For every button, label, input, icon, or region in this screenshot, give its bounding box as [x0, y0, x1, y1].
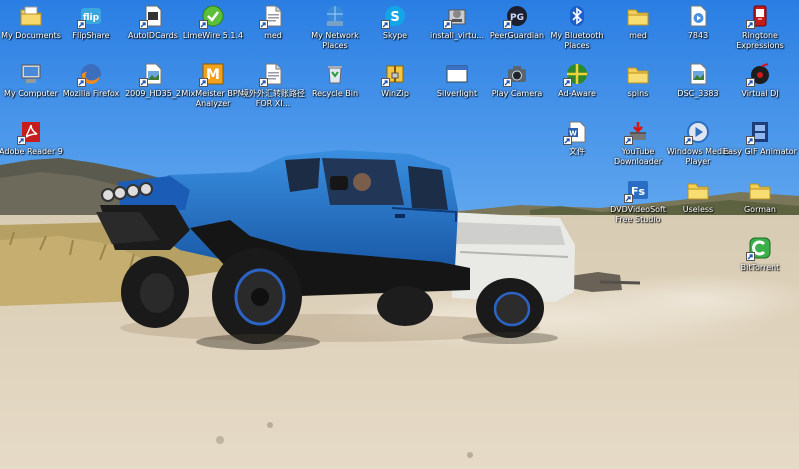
recycle-bin-icon	[323, 62, 347, 86]
folder-icon	[626, 62, 650, 86]
desktop-icon-adobe-reader[interactable]: Adobe Reader 9	[0, 118, 63, 174]
folder-icon	[626, 4, 650, 28]
shortcut-arrow-icon	[684, 136, 693, 145]
shortcut-arrow-icon	[746, 78, 755, 87]
desktop-icon-file-7843[interactable]: 7843	[667, 2, 729, 58]
desktop-icon-youtube-downloader[interactable]: YouTube Downloader	[607, 118, 669, 174]
desktop-icon-foreign-transfer-file[interactable]: 境外外汇转账路径FOR XI...	[241, 60, 305, 116]
desktop-icon-label: Gorman	[743, 205, 776, 214]
desktop-icon-limewire[interactable]: LimeWire 5.1.4	[182, 2, 244, 58]
shortcut-arrow-icon	[503, 20, 512, 29]
desktop-icon-play-camera[interactable]: Play Camera	[486, 60, 548, 116]
shortcut-arrow-icon	[624, 136, 633, 145]
folder-icon	[686, 178, 710, 202]
desktop-icon-chinese-document[interactable]: W 文件	[546, 118, 608, 174]
shortcut-arrow-icon	[503, 78, 512, 87]
window-icon	[445, 62, 469, 86]
desktop-icon-virtual-dj[interactable]: Virtual DJ	[729, 60, 791, 116]
desktop-icon-recycle-bin[interactable]: Recycle Bin	[304, 60, 366, 116]
shortcut-arrow-icon	[17, 136, 26, 145]
shortcut-arrow-icon	[443, 20, 452, 29]
desktop-icon-label: Adobe Reader 9	[0, 147, 63, 156]
desktop-icon-my-computer[interactable]: My Computer	[0, 60, 62, 116]
desktop-icon-autoidcards[interactable]: AutoIDCards	[122, 2, 184, 58]
desktop-icon-file-2009-hd35[interactable]: 2009_HD35_2	[122, 60, 184, 116]
shortcut-arrow-icon	[381, 20, 390, 29]
svg-text:S: S	[390, 10, 399, 25]
desktop-icon-peerguardian[interactable]: PG PeerGuardian	[486, 2, 548, 58]
folder-icon	[748, 178, 772, 202]
desktop-icon-easy-gif-animator[interactable]: Easy GIF Animator	[723, 118, 797, 174]
desktop-icon-dvdvideosoft[interactable]: Fs DVDVideoSoft Free Studio	[607, 176, 669, 232]
desktop-icon-winzip[interactable]: WinZip	[364, 60, 426, 116]
shortcut-arrow-icon	[746, 136, 755, 145]
shortcut-arrow-icon	[563, 78, 572, 87]
desktop-icon-my-bluetooth-places[interactable]: My Bluetooth Places	[546, 2, 608, 58]
shortcut-arrow-icon	[624, 194, 633, 203]
shortcut-arrow-icon	[77, 78, 86, 87]
desktop-icon-my-documents[interactable]: My Documents	[0, 2, 62, 58]
desktop-icon-med-file[interactable]: med	[242, 2, 304, 58]
shortcut-arrow-icon	[199, 78, 208, 87]
desktop-icon-bittorrent[interactable]: BitTorrent	[729, 234, 791, 290]
folder-documents-icon	[19, 4, 43, 28]
desktop-icon-label: Virtual DJ	[741, 89, 779, 98]
desktop-icon-mixmeister[interactable]: M MixMeister BPM Analyzer	[181, 60, 245, 116]
desktop-icon-install-virtual[interactable]: install_virtu...	[426, 2, 488, 58]
shortcut-arrow-icon	[746, 252, 755, 261]
desktop-icon-useless-folder[interactable]: Useless	[667, 176, 729, 232]
media-file-icon	[686, 4, 710, 28]
desktop-icon-flipshare[interactable]: flip FlipShare	[60, 2, 122, 58]
desktop-icon-mozilla-firefox[interactable]: Mozilla Firefox	[60, 60, 122, 116]
desktop-icon-ringtone-expressions[interactable]: Ringtone Expressions	[729, 2, 791, 58]
shortcut-arrow-icon	[199, 20, 208, 29]
computer-icon	[19, 62, 43, 86]
desktop-icon-label: Easy GIF Animator	[723, 147, 797, 156]
shortcut-arrow-icon	[139, 78, 148, 87]
desktop-icon-ad-aware[interactable]: Ad-Aware	[546, 60, 608, 116]
shortcut-arrow-icon	[259, 78, 268, 87]
shortcut-arrow-icon	[139, 20, 148, 29]
desktop[interactable]: My Documents flip FlipShare AutoIDCards Lime…	[0, 0, 799, 469]
bluetooth-icon	[565, 4, 589, 28]
desktop-icon-my-network-places[interactable]: My Network Places	[304, 2, 366, 58]
shortcut-arrow-icon	[563, 136, 572, 145]
shortcut-arrow-icon	[77, 20, 86, 29]
desktop-icon-label: BitTorrent	[740, 263, 780, 272]
shortcut-arrow-icon	[259, 20, 268, 29]
shortcut-arrow-icon	[381, 78, 390, 87]
svg-text:M: M	[206, 67, 220, 83]
desktop-icon-dsc-3383[interactable]: DSC_3383	[667, 60, 729, 116]
desktop-icon-label: Ringtone Expressions	[736, 31, 784, 50]
desktop-icon-spins-folder[interactable]: spins	[607, 60, 669, 116]
desktop-icon-gorman-folder[interactable]: Gorman	[729, 176, 791, 232]
desktop-icon-silverlight[interactable]: Silverlight	[426, 60, 488, 116]
desktop-icon-med-folder[interactable]: med	[607, 2, 669, 58]
svg-text:Fs: Fs	[631, 185, 646, 198]
network-places-icon	[323, 4, 347, 28]
desktop-icon-skype[interactable]: S Skype	[364, 2, 426, 58]
shortcut-arrow-icon	[746, 20, 755, 29]
image-file-icon	[686, 62, 710, 86]
svg-text:PG: PG	[510, 13, 524, 23]
desktop-icon-windows-media-player[interactable]: Windows Media Player	[667, 118, 729, 174]
